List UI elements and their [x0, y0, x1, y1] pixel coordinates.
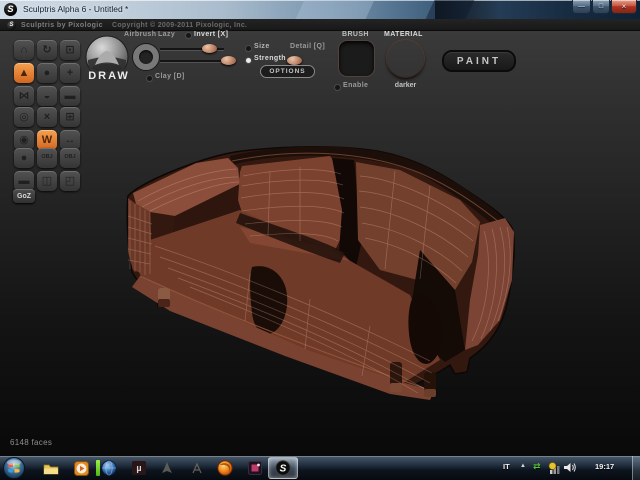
sculptris-logo-icon: S: [7, 20, 16, 30]
strength-label: Strength: [254, 55, 286, 62]
lazy-toggle[interactable]: Lazy: [158, 31, 175, 38]
language-indicator[interactable]: IT: [503, 462, 510, 471]
strength-radio[interactable]: [246, 58, 251, 63]
mask-tool[interactable]: ◉: [14, 130, 34, 150]
app-taskbar-button-1[interactable]: [154, 457, 180, 479]
explorer-taskbar-button[interactable]: [38, 457, 64, 479]
flatten-tool[interactable]: ▬: [60, 86, 80, 106]
network-tray-icon[interactable]: [548, 461, 562, 475]
open-button[interactable]: ◫: [37, 171, 57, 191]
sync-tray-icon[interactable]: ⇄: [533, 461, 541, 472]
scale-tool[interactable]: ⊡: [60, 40, 80, 60]
enable-label: Enable: [343, 82, 369, 89]
new-sphere-button[interactable]: ●: [14, 148, 34, 168]
model-viewport[interactable]: [0, 31, 640, 456]
import-obj-button[interactable]: OBJ: [37, 148, 57, 168]
maximize-button[interactable]: □: [592, 0, 610, 14]
invert-toggle[interactable]: Invert [X]: [194, 31, 228, 38]
size-radio[interactable]: [246, 46, 251, 51]
save-button[interactable]: ◰: [60, 171, 80, 191]
brush-texture-swatch[interactable]: [338, 40, 375, 77]
clock[interactable]: 19:17: [595, 462, 614, 471]
draw-tool[interactable]: ▲: [14, 63, 34, 83]
grab-tool[interactable]: +: [60, 63, 80, 83]
app-icon-dark-1: [162, 462, 172, 473]
detail-label: Detail [Q]: [290, 43, 326, 50]
aero-glass-streak: [295, 0, 375, 19]
utorrent-taskbar-button[interactable]: µ: [126, 457, 152, 479]
folder-icon: [43, 464, 59, 474]
new-plane-button[interactable]: ▬: [14, 171, 34, 191]
invert-radio[interactable]: [186, 33, 191, 38]
detail-slider-handle[interactable]: [287, 56, 302, 65]
firefox-icon: [217, 460, 233, 476]
pinch-tool[interactable]: ⋈: [14, 86, 34, 106]
wireframe-toggle[interactable]: W: [37, 130, 57, 150]
sculptris-taskbar-button[interactable]: S: [268, 457, 298, 479]
subdivide-all-tool[interactable]: ⊞: [60, 107, 80, 127]
sculptris-taskbar-icon: S: [275, 460, 291, 476]
window-title: Sculptris Alpha 6 - Untitled *: [23, 4, 129, 14]
symmetry-toggle[interactable]: ↔: [60, 130, 80, 150]
enable-radio[interactable]: [335, 85, 340, 90]
size-label: Size: [254, 43, 270, 50]
options-button[interactable]: OPTIONS: [260, 65, 315, 78]
reduce-selected-tool[interactable]: ×: [37, 107, 57, 127]
start-button[interactable]: [3, 457, 25, 479]
reduce-brush-tool[interactable]: ◎: [14, 107, 34, 127]
rotate-tool[interactable]: ↻: [37, 40, 57, 60]
inflate-tool[interactable]: ●: [37, 63, 57, 83]
browser-taskbar-button[interactable]: [96, 457, 122, 479]
brush-section-label: BRUSH: [342, 31, 369, 38]
brush-falloff-ring[interactable]: [133, 44, 159, 70]
clay-toggle[interactable]: Clay [D]: [155, 73, 185, 80]
crease-tool[interactable]: ∩: [14, 40, 34, 60]
clay-radio[interactable]: [147, 76, 152, 81]
smooth-tool[interactable]: ◒: [37, 86, 57, 106]
goz-button[interactable]: GoZ: [13, 189, 35, 203]
play-icon: [73, 460, 89, 476]
couch-model: [126, 146, 515, 400]
media-app-icon: [248, 461, 262, 475]
material-sphere[interactable]: [387, 40, 424, 77]
svg-text:S: S: [280, 464, 287, 475]
media-app-taskbar-button[interactable]: [242, 457, 268, 479]
minimize-button[interactable]: —: [572, 0, 591, 14]
material-section-label: MATERIAL: [384, 31, 423, 38]
app-logo-icon: S: [4, 3, 17, 16]
sculptris-window: S Sculptris Alpha 6 - Untitled * — □ × S…: [0, 0, 640, 480]
aero-glass-streak-dark: [425, 0, 475, 19]
airbrush-toggle[interactable]: Airbrush: [124, 31, 156, 38]
volume-tray-icon[interactable]: [563, 461, 577, 474]
firefox-taskbar-button[interactable]: [212, 457, 238, 479]
globe-icon: [101, 460, 117, 476]
paint-mode-button[interactable]: PAINT: [442, 50, 516, 72]
app-icon-dark-2: [192, 462, 202, 474]
app-taskbar-button-2[interactable]: [184, 457, 210, 479]
close-button[interactable]: ×: [611, 0, 637, 14]
download-progress-indicator: [96, 460, 100, 476]
strength-slider-handle[interactable]: [221, 56, 236, 65]
utorrent-icon: µ: [132, 461, 146, 475]
material-mode-label: darker: [394, 82, 417, 89]
copyright-text: Copyright © 2009-2011 Pixologic, Inc.: [112, 21, 248, 29]
media-player-taskbar-button[interactable]: [68, 457, 94, 479]
hidden-icons-button[interactable]: ▲: [520, 463, 526, 469]
active-brush-name: DRAW: [88, 70, 130, 82]
face-count-status: 6148 faces: [10, 438, 53, 447]
export-obj-button[interactable]: OBJ: [60, 148, 80, 168]
size-slider-handle[interactable]: [202, 44, 217, 53]
brand-text: Sculptris by Pixologic: [21, 21, 103, 29]
show-desktop-button[interactable]: [632, 456, 640, 480]
